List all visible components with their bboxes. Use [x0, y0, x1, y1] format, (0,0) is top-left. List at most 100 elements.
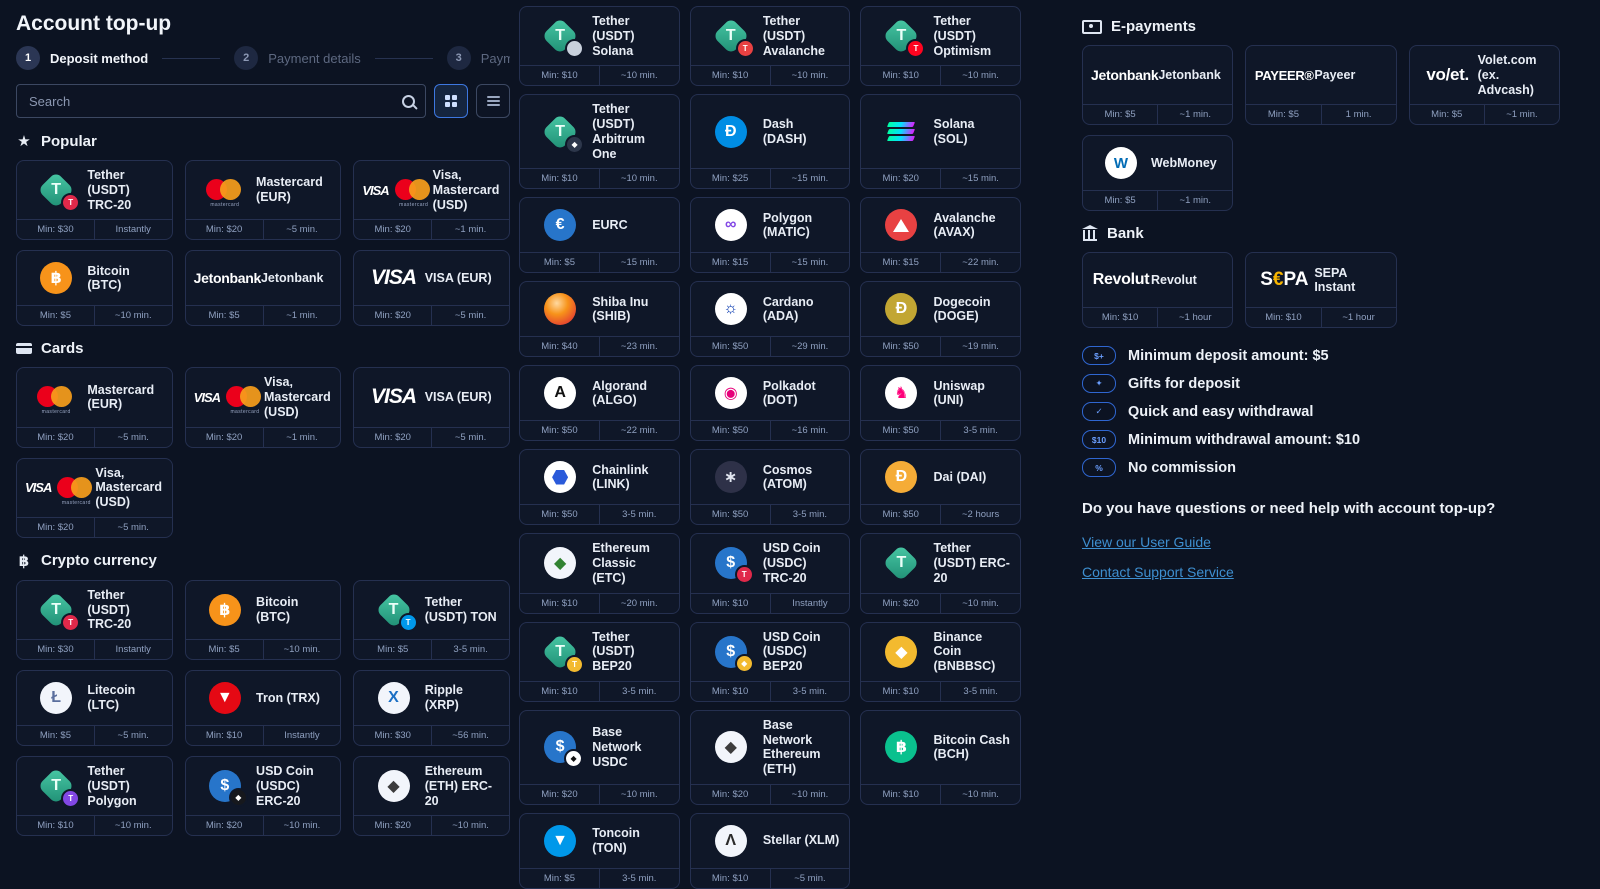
payment-method-title: Toncoin (TON) [592, 826, 670, 856]
payment-method-card[interactable]: ฿Bitcoin Cash (BCH)Min: $10~10 min. [860, 710, 1021, 805]
payment-method-card[interactable]: VISAmastercardVisa, Mastercard (USD)Min:… [353, 160, 510, 240]
payment-method-card[interactable]: ◉Polkadot (DOT)Min: $50~16 min. [690, 365, 851, 441]
payment-method-footer: Min: $25~15 min. [691, 168, 850, 188]
payment-method-card[interactable]: TTether (USDT) SolanaMin: $10~10 min. [519, 6, 680, 86]
payment-method-card-top: TTTether (USDT) Avalanche [691, 7, 850, 65]
min-amount: Min: $10 [691, 66, 770, 85]
payment-method-footer: Min: $20~10 min. [354, 815, 509, 835]
payment-method-footer: Min: $5~5 min. [17, 725, 172, 745]
payment-method-footer: Min: $50~2 hours [861, 504, 1020, 524]
mastercard-icon-wordmark: mastercard [206, 202, 244, 208]
payment-method-card[interactable]: PAYEER®PayeerMin: $51 min. [1245, 45, 1396, 125]
payment-method-card[interactable]: ∞Polygon (MATIC)Min: $15~15 min. [690, 197, 851, 273]
payment-method-card[interactable]: VISAmastercardVisa, Mastercard (USD)Min:… [16, 458, 173, 538]
algorand-icon: A [528, 377, 592, 409]
payment-method-card[interactable]: ฿Bitcoin (BTC)Min: $5~10 min. [185, 580, 342, 660]
payment-method-card[interactable]: ▼Tron (TRX)Min: $10Instantly [185, 670, 342, 746]
payment-method-card[interactable]: TTether (USDT) ERC-20Min: $20~10 min. [860, 533, 1021, 613]
payment-method-card[interactable]: Avalanche (AVAX)Min: $15~22 min. [860, 197, 1021, 273]
payment-method-card-top: TTTether (USDT) TRC-20 [17, 161, 172, 219]
payment-method-card[interactable]: ÐDash (DASH)Min: $25~15 min. [690, 94, 851, 189]
list-view-button[interactable] [476, 84, 510, 118]
payment-method-card[interactable]: TTTether (USDT) OptimismMin: $10~10 min. [860, 6, 1021, 86]
mastercard-orange-circle [409, 179, 430, 200]
payment-method-footer: Min: $15~15 min. [691, 252, 850, 272]
payment-method-card[interactable]: S€PASEPA InstantMin: $10~1 hour [1245, 252, 1396, 328]
payment-method-card-top: mastercardMastercard (EUR) [186, 161, 341, 219]
payment-method-card[interactable]: RevolutRevolutMin: $10~1 hour [1082, 252, 1233, 328]
no-commission-icon: % [1082, 458, 1116, 477]
min-amount: Min: $10 [861, 785, 940, 804]
payment-method-card[interactable]: mastercardMastercard (EUR)Min: $20~5 min… [185, 160, 342, 240]
user-guide-link[interactable]: View our User Guide [1082, 534, 1211, 550]
payment-method-card[interactable]: TTTether (USDT) TRC-20Min: $30Instantly [16, 160, 173, 240]
payment-method-footer: Min: $503-5 min. [691, 504, 850, 524]
payment-method-footer: Min: $30Instantly [17, 639, 172, 659]
payment-method-card[interactable]: mastercardMastercard (EUR)Min: $20~5 min… [16, 367, 173, 447]
payment-method-card[interactable]: VISAVISA (EUR)Min: $20~5 min. [353, 367, 510, 447]
payment-method-card[interactable]: XRipple (XRP)Min: $30~56 min. [353, 670, 510, 746]
mastercard-wordmark: mastercard [57, 500, 95, 506]
payment-method-card[interactable]: $◆USD Coin (USDC) ERC-20Min: $20~10 min. [185, 756, 342, 836]
payment-method-card[interactable]: AAlgorand (ALGO)Min: $50~22 min. [519, 365, 680, 441]
min-amount: Min: $30 [17, 220, 94, 239]
payment-method-card[interactable]: ÐDogecoin (DOGE)Min: $50~19 min. [860, 281, 1021, 357]
payment-method-card[interactable]: TTTether (USDT) TRC-20Min: $30Instantly [16, 580, 173, 660]
payment-method-card[interactable]: JetonbankJetonbankMin: $5~1 min. [185, 250, 342, 326]
search-input[interactable] [27, 93, 402, 110]
usdc-erc20-icon: $◆ [194, 770, 256, 802]
payment-method-card[interactable]: $◆USD Coin (USDC) BEP20Min: $103-5 min. [690, 622, 851, 702]
payment-method-card[interactable]: TTTether (USDT) PolygonMin: $10~10 min. [16, 756, 173, 836]
min-amount: Min: $50 [861, 421, 940, 440]
min-amount: Min: $50 [861, 337, 940, 356]
payment-method-card[interactable]: ÐDai (DAI)Min: $50~2 hours [860, 449, 1021, 525]
payment-method-footer: Min: $20~10 min. [186, 815, 341, 835]
payment-method-card[interactable]: VISAmastercardVisa, Mastercard (USD)Min:… [185, 367, 342, 447]
payment-method-card[interactable]: JetonbankJetonbankMin: $5~1 min. [1082, 45, 1233, 125]
payment-method-card[interactable]: ◆Ethereum Classic (ETC)Min: $10~20 min. [519, 533, 680, 613]
search-box[interactable] [16, 84, 426, 118]
payment-method-card[interactable]: $◆Base Network USDCMin: $20~10 min. [519, 710, 680, 805]
payment-method-card[interactable]: VISAVISA (EUR)Min: $20~5 min. [353, 250, 510, 326]
payment-method-card[interactable]: $TUSD Coin (USDC) TRC-20Min: $10Instantl… [690, 533, 851, 613]
processing-time: ~1 min. [263, 306, 341, 325]
payment-method-card[interactable]: ◆Base Network Ethereum (ETH)Min: $20~10 … [690, 710, 851, 805]
grid-view-icon [445, 95, 457, 107]
payment-method-card[interactable]: T◆Tether (USDT) Arbitrum OneMin: $10~10 … [519, 94, 680, 189]
payment-method-card[interactable]: ∗Cosmos (ATOM)Min: $503-5 min. [690, 449, 851, 525]
cardano-icon: ☼ [699, 293, 763, 325]
ripple-icon: X [378, 682, 410, 714]
payment-method-card[interactable]: ◆Binance Coin (BNBBSC)Min: $103-5 min. [860, 622, 1021, 702]
grid-view-button[interactable] [434, 84, 468, 118]
payment-method-card[interactable]: TTTether (USDT) TONMin: $53-5 min. [353, 580, 510, 660]
min-amount: Min: $10 [520, 594, 599, 613]
payment-method-card-top: mastercardMastercard (EUR) [17, 368, 172, 426]
payment-method-card[interactable]: vo/et.Volet.com (ex. Advcash)Min: $5~1 m… [1409, 45, 1560, 125]
payment-method-card[interactable]: ♞Uniswap (UNI)Min: $503-5 min. [860, 365, 1021, 441]
min-amount: Min: $5 [17, 726, 94, 745]
payment-method-card[interactable]: ▼Toncoin (TON)Min: $53-5 min. [519, 813, 680, 889]
payment-method-card[interactable]: Chainlink (LINK)Min: $503-5 min. [519, 449, 680, 525]
payment-method-card[interactable]: ΛStellar (XLM)Min: $10~5 min. [690, 813, 851, 889]
payment-method-title: Revolut [1151, 273, 1224, 288]
payment-method-card[interactable]: ☼Cardano (ADA)Min: $50~29 min. [690, 281, 851, 357]
payment-method-card-top: ฿Bitcoin (BTC) [17, 251, 172, 305]
payment-method-card[interactable]: TTTether (USDT) BEP20Min: $103-5 min. [519, 622, 680, 702]
payment-method-title: Visa, Mastercard (USD) [264, 375, 333, 419]
payment-method-card[interactable]: ฿Bitcoin (BTC)Min: $5~10 min. [16, 250, 173, 326]
payment-method-card[interactable]: ◆Ethereum (ETH) ERC-20Min: $20~10 min. [353, 756, 510, 836]
payment-method-card[interactable]: Shiba Inu (SHIB)Min: $40~23 min. [519, 281, 680, 357]
payment-method-card[interactable]: ŁLitecoin (LTC)Min: $5~5 min. [16, 670, 173, 746]
payment-method-card[interactable]: WWebMoneyMin: $5~1 min. [1082, 135, 1233, 211]
mastercard-orange-circle [240, 386, 261, 407]
page-title: Account top-up [16, 12, 510, 36]
min-amount: Min: $10 [861, 66, 940, 85]
payment-method-card[interactable]: €EURCMin: $5~15 min. [519, 197, 680, 273]
mastercard-icon: mastercard [194, 179, 256, 201]
payment-method-card-top: ◉Polkadot (DOT) [691, 366, 850, 420]
payment-method-card[interactable]: Solana (SOL)Min: $20~15 min. [860, 94, 1021, 189]
payment-method-card[interactable]: TTTether (USDT) AvalancheMin: $10~10 min… [690, 6, 851, 86]
contact-support-link[interactable]: Contact Support Service [1082, 564, 1234, 580]
cosmos-icon: ∗ [715, 461, 747, 493]
usdc-trc20-icon-badge: T [737, 567, 752, 582]
